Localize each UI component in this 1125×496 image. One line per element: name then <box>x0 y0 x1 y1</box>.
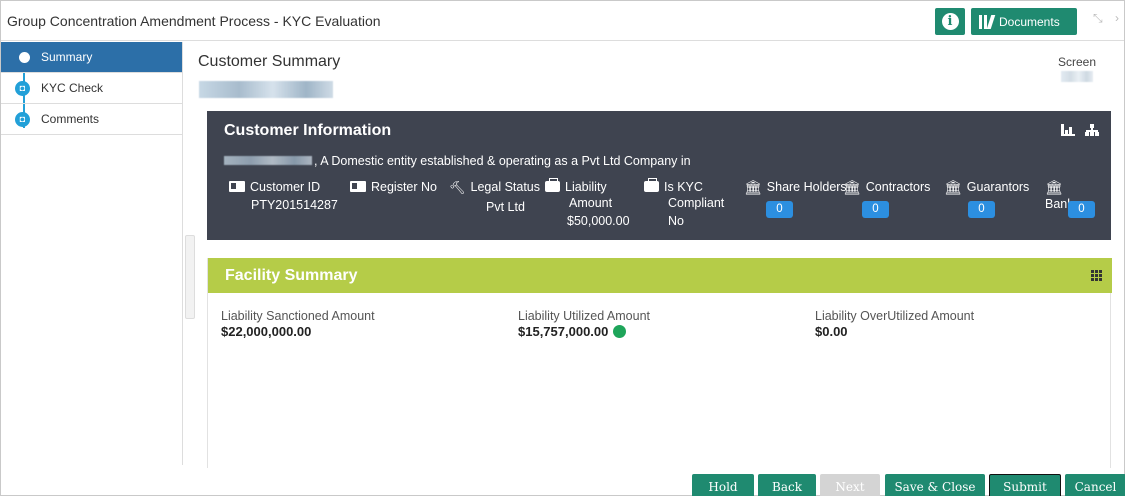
title-bar: Group Concentration Amendment Process - … <box>1 1 1124 41</box>
facility-summary-title: Facility Summary <box>225 267 358 284</box>
id-card-icon <box>229 181 245 192</box>
next-button[interactable]: Next <box>820 474 880 496</box>
liability-overutilized-amount: Liability OverUtilized Amount $0.00 <box>815 309 975 339</box>
sidebar-item-summary[interactable]: Summary <box>1 42 182 73</box>
legal-status-field: 🔨︎ Legal Status Pvt Ltd <box>449 180 541 214</box>
sidebar-item-label: Summary <box>41 50 93 64</box>
hierarchy-icon[interactable] <box>1085 124 1099 136</box>
grid-icon[interactable] <box>1091 270 1102 281</box>
kyc-compliant-value: No <box>668 214 684 228</box>
customer-description: , A Domestic entity established & operat… <box>224 154 691 168</box>
documents-button[interactable]: Documents <box>971 8 1077 35</box>
pending-step-icon: ◘ <box>15 112 30 127</box>
sidebar-item-kyc-check[interactable]: ◘ KYC Check <box>1 73 182 104</box>
bank-icon: 🏛︎ <box>1045 180 1063 196</box>
id-card-icon <box>350 181 366 192</box>
customer-name-redacted <box>199 81 333 98</box>
sidebar: Summary ◘ KYC Check ◘ Comments <box>1 42 183 465</box>
page-title: Customer Summary <box>198 53 341 70</box>
liability-utilized-amount: Liability Utilized Amount $15,757,000.00 <box>518 309 651 339</box>
documents-label: Documents <box>999 14 1060 29</box>
briefcase-icon <box>545 178 560 192</box>
liability-sanctioned-amount: Liability Sanctioned Amount $22,000,000.… <box>221 309 375 339</box>
close-icon[interactable]: › <box>1115 11 1119 25</box>
bar-chart-icon[interactable] <box>1061 124 1075 136</box>
share-holders-count-badge[interactable]: 0 <box>766 201 793 218</box>
submit-button[interactable]: Submit <box>989 474 1061 496</box>
bank-icon: 🏛︎ <box>744 180 762 196</box>
legal-status-value: Pvt Ltd <box>486 200 525 214</box>
pending-step-icon: ◘ <box>15 81 30 96</box>
save-close-button[interactable]: Save & Close <box>885 474 985 496</box>
hold-button[interactable]: Hold <box>692 474 754 496</box>
facility-summary-header: Facility Summary <box>208 258 1112 293</box>
current-step-icon <box>19 52 30 63</box>
window-title: Group Concentration Amendment Process - … <box>7 13 381 29</box>
customer-name-redacted <box>224 156 312 165</box>
guarantors-count-badge[interactable]: 0 <box>968 201 995 218</box>
kyc-compliant-field: Is KYC Compliant No <box>644 178 724 229</box>
customer-id-value: PTY201514287 <box>251 198 338 212</box>
library-icon <box>979 14 996 29</box>
liability-sanctioned-value: $22,000,000.00 <box>221 324 312 339</box>
gavel-icon: 🔨︎ <box>449 181 466 196</box>
customer-id-field: Customer ID PTY201514287 <box>229 179 338 213</box>
info-icon: i <box>941 13 959 30</box>
briefcase-icon <box>644 178 659 192</box>
liability-overutilized-value: $0.00 <box>815 324 848 339</box>
info-button[interactable]: i <box>935 8 965 35</box>
liability-amount-field: Liability Amount $50,000.00 <box>545 178 630 229</box>
register-no-field: Register No <box>350 179 437 195</box>
status-indicator-icon <box>613 325 627 338</box>
bank-icon: 🏛︎ <box>843 180 861 196</box>
sidebar-item-label: Comments <box>41 112 100 126</box>
liability-utilized-value: $15,757,000.00 <box>518 324 609 339</box>
liability-amount-value: $50,000.00 <box>567 214 630 228</box>
sidebar-item-comments[interactable]: ◘ Comments <box>1 104 182 135</box>
screen-label: Screen <box>1058 55 1124 83</box>
minimize-icon[interactable]: ⤡ <box>1093 11 1103 26</box>
contractors-count-badge[interactable]: 0 <box>862 201 889 218</box>
app-window: Group Concentration Amendment Process - … <box>0 0 1125 496</box>
bank-icon: 🏛︎ <box>944 180 962 196</box>
customer-information-card: Customer Information , A Domestic entity… <box>207 111 1111 240</box>
customer-information-title: Customer Information <box>224 122 392 139</box>
screen-id-redacted <box>1061 71 1093 83</box>
facility-summary-card: Facility Summary Liability Sanctioned Am… <box>207 258 1112 468</box>
sidebar-item-label: KYC Check <box>41 81 104 95</box>
share-holders-field[interactable]: 🏛︎ Share Holders <box>744 179 847 196</box>
panel-splitter-handle[interactable] <box>185 235 195 319</box>
back-button[interactable]: Back <box>758 474 816 496</box>
bankers-count-badge[interactable]: 0 <box>1068 201 1095 218</box>
cancel-button[interactable]: Cancel <box>1065 474 1125 496</box>
contractors-field[interactable]: 🏛︎ Contractors <box>843 179 930 196</box>
guarantors-field[interactable]: 🏛︎ Guarantors <box>944 179 1029 196</box>
